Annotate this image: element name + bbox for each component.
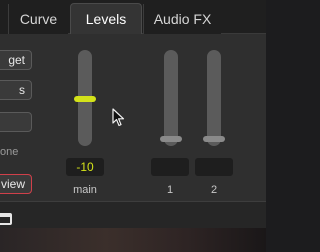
tab-bar-edge bbox=[0, 4, 8, 34]
app-window: Curve Levels Audio FX get s one view -10… bbox=[0, 0, 266, 252]
levels-panel: get s one view -10 main 1 2 bbox=[0, 34, 266, 201]
left-button-s[interactable]: s bbox=[0, 80, 32, 100]
bottom-toolbar bbox=[0, 201, 266, 228]
main-level-slider-thumb[interactable] bbox=[74, 96, 96, 102]
channel-1-slider-thumb[interactable] bbox=[160, 136, 182, 142]
main-channel-label: main bbox=[73, 184, 97, 196]
channel-2-slider-thumb[interactable] bbox=[203, 136, 225, 142]
tab-levels[interactable]: Levels bbox=[70, 3, 142, 35]
window-icon[interactable] bbox=[0, 213, 12, 225]
channel-2-value[interactable] bbox=[195, 158, 233, 176]
left-button-get[interactable]: get bbox=[0, 50, 32, 70]
channel-1-slider-track[interactable] bbox=[164, 50, 178, 146]
channel-2-label: 2 bbox=[210, 184, 218, 196]
main-level-value[interactable]: -10 bbox=[66, 158, 104, 176]
tab-curve[interactable]: Curve bbox=[8, 4, 68, 34]
mouse-pointer-icon bbox=[112, 108, 125, 127]
tab-audio-fx[interactable]: Audio FX bbox=[143, 4, 221, 34]
channel-1-value[interactable] bbox=[151, 158, 189, 176]
channel-2-slider-track[interactable] bbox=[207, 50, 221, 146]
left-label-one: one bbox=[0, 146, 19, 158]
tab-bar: Curve Levels Audio FX bbox=[0, 0, 266, 35]
desktop-background bbox=[0, 228, 266, 252]
left-button-blank[interactable] bbox=[0, 112, 32, 132]
channel-1-label: 1 bbox=[166, 184, 174, 196]
review-button[interactable]: view bbox=[0, 174, 32, 194]
